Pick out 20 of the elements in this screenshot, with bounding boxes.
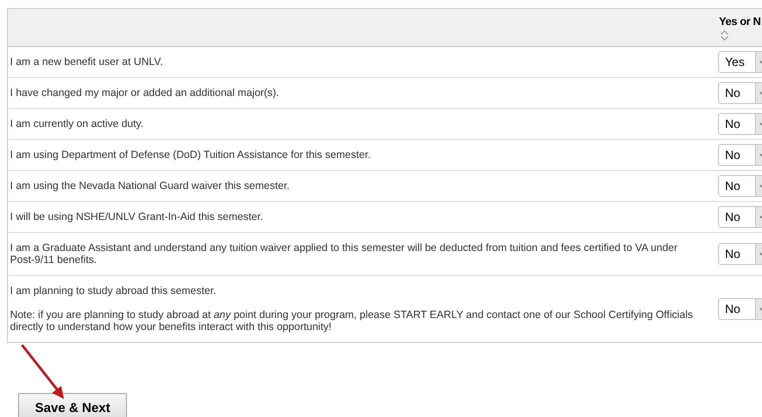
question-text: I will be using NSHE/UNLV Grant-In-Aid this semester. bbox=[10, 211, 264, 223]
question-text: I am using Department of Defense (DoD) Tuition Assistance for this semester. bbox=[10, 149, 372, 161]
question-text: I am planning to study abroad this semester. bbox=[10, 285, 218, 297]
question-text: I am currently on active duty. bbox=[10, 118, 144, 130]
answer-dropdown[interactable]: No bbox=[718, 113, 762, 135]
answer-dropdown[interactable]: No bbox=[718, 206, 762, 228]
question-text: I am a Graduate Assistant and understand any tuition waiver applied to this semester will be deducted from tuition and fees certified to VA under Post-9/11 benefits. bbox=[10, 242, 679, 266]
column-header[interactable]: Yes or N bbox=[719, 16, 761, 29]
question-text: I am using the Nevada National Guard waiver this semester. bbox=[10, 180, 291, 192]
answer-dropdown[interactable]: No bbox=[718, 82, 762, 104]
question-text: I am a new benefit user at UNLV. bbox=[10, 56, 164, 68]
note-text: Note: if you are planning to study abroad at any point during your program, please START EARLY and contact one of our School Certifying Officials directly to understand how your benefits interact with this opportunity! bbox=[10, 309, 694, 333]
answer-dropdown[interactable]: No bbox=[718, 243, 762, 265]
answer-dropdown[interactable]: Yes bbox=[718, 51, 762, 73]
answer-dropdown[interactable]: No bbox=[718, 298, 762, 320]
sort-icon[interactable] bbox=[720, 30, 729, 41]
answer-dropdown[interactable]: No bbox=[718, 144, 762, 166]
save-next-button[interactable]: Save & Next bbox=[18, 393, 128, 417]
answer-dropdown[interactable]: No bbox=[718, 175, 762, 197]
question-text: I have changed my major or added an additional major(s). bbox=[10, 87, 280, 99]
